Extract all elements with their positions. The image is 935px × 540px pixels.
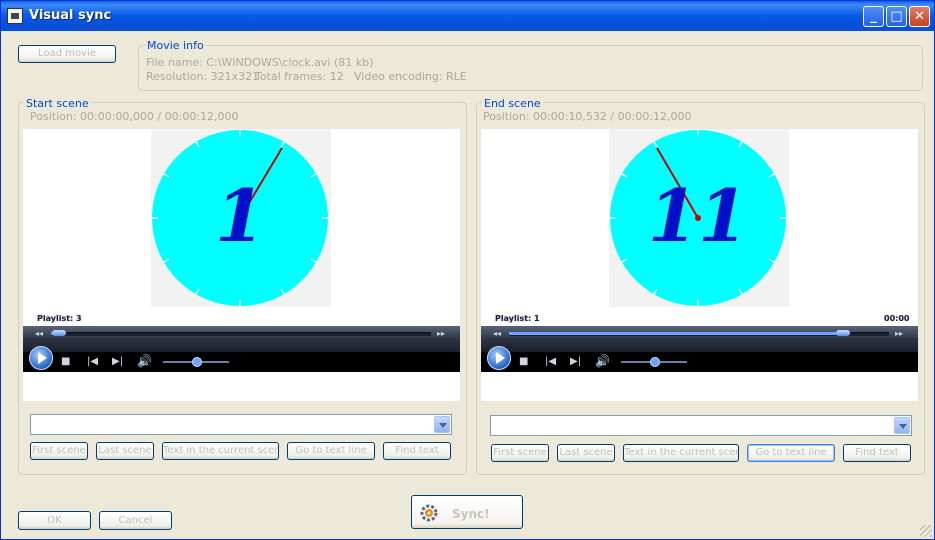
end-stop-icon[interactable]: ■ [519, 356, 528, 368]
start-next-icon[interactable]: ▶| [112, 356, 123, 368]
start-volume-icon[interactable]: 🔊 [137, 355, 152, 367]
end-play-icon[interactable] [487, 346, 511, 370]
resize-grip[interactable] [920, 525, 932, 537]
end-previous-icon[interactable]: |◀ [545, 356, 556, 368]
start-stop-icon[interactable]: ■ [61, 356, 70, 368]
start-position-text: Position: 00:00:00,000 / 00:00:12,000 [30, 110, 239, 123]
visual-sync-window: Visual sync _ □ ✕ Load movie Movie info … [0, 0, 935, 540]
start-forward-small-icon[interactable]: ▸▸ [437, 328, 445, 340]
start-video-player[interactable]: 1 Playlist: 3 ◂◂ ▸▸ ■ |◀ ▶| 🔊 [23, 129, 460, 401]
close-button[interactable]: ✕ [909, 6, 930, 27]
start-player-controls: ◂◂ ▸▸ [23, 326, 460, 352]
start-rewind-small-icon[interactable]: ◂◂ [35, 328, 43, 340]
start-text-current-scene-button[interactable]: Text in the current scene [162, 442, 279, 460]
file-name-text: File name: C:\WINDOWS\clock.avi (81 kb) [146, 56, 374, 69]
start-clock-numeral: 1 [215, 173, 265, 258]
total-frames-text: Total frames: 12 [255, 70, 344, 83]
start-text-combo[interactable] [30, 414, 452, 435]
start-go-to-text-button[interactable]: Go to text line [287, 442, 375, 460]
start-play-icon[interactable] [29, 346, 53, 370]
window-title: Visual sync [29, 8, 112, 23]
end-volume-thumb[interactable] [650, 357, 660, 367]
movie-info-group: Movie info File name: C:\WINDOWS\clock.a… [138, 39, 923, 91]
end-text-current-scene-button[interactable]: Text in the current scene [623, 444, 739, 462]
start-previous-icon[interactable]: |◀ [87, 356, 98, 368]
start-playlist-label: Playlist: 3 [37, 314, 82, 323]
start-volume-thumb[interactable] [192, 357, 202, 367]
end-find-text-button[interactable]: Find text [843, 444, 911, 462]
start-first-scene-button[interactable]: First scene [30, 442, 88, 460]
sync-label: Sync! [452, 507, 490, 521]
end-last-scene-button[interactable]: Last scene [557, 444, 615, 462]
end-seek-thumb[interactable] [836, 330, 850, 336]
start-clock-face: 1 [152, 130, 328, 306]
end-clock-numeral: 11 [648, 173, 748, 258]
end-position-text: Position: 00:00:10,532 / 00:00:12,000 [483, 110, 692, 123]
start-player-bottom: ■ |◀ ▶| 🔊 [23, 346, 460, 372]
end-player-controls: ◂◂ ▸▸ [481, 326, 918, 352]
end-scene-legend: End scene [482, 97, 543, 110]
end-first-scene-button[interactable]: First scene [491, 444, 549, 462]
chevron-down-icon[interactable] [434, 416, 450, 433]
cancel-button[interactable]: Cancel [99, 511, 172, 530]
end-forward-small-icon[interactable]: ▸▸ [895, 328, 903, 340]
start-seek-track[interactable] [51, 332, 431, 336]
start-find-text-button[interactable]: Find text [383, 442, 451, 460]
end-playlist-label: Playlist: 1 [495, 314, 540, 323]
sync-button[interactable]: Sync! [411, 495, 523, 529]
movie-info-legend: Movie info [145, 39, 206, 52]
chevron-down-icon[interactable] [894, 417, 910, 434]
end-time-label: 00:00 [884, 314, 910, 323]
video-encoding-text: Video encoding: RLE [354, 70, 467, 83]
sync-gear-icon [420, 504, 438, 522]
end-next-icon[interactable]: ▶| [570, 356, 581, 368]
ok-button[interactable]: OK [18, 511, 91, 530]
title-bar[interactable]: Visual sync _ □ ✕ [1, 1, 934, 31]
minimize-button[interactable]: _ [863, 6, 884, 27]
end-text-combo[interactable] [490, 415, 912, 436]
end-player-bottom: ■ |◀ ▶| 🔊 [481, 346, 918, 372]
maximize-button[interactable]: □ [886, 6, 907, 27]
end-go-to-text-button[interactable]: Go to text line [747, 444, 835, 462]
resolution-text: Resolution: 321x321 [146, 70, 260, 83]
start-seek-thumb[interactable] [52, 330, 66, 336]
start-last-scene-button[interactable]: Last scene [96, 442, 154, 460]
start-scene-legend: Start scene [24, 97, 91, 110]
load-movie-button[interactable]: Load movie [18, 45, 116, 63]
end-clock-face: 11 [610, 130, 786, 306]
end-seek-progress [509, 332, 843, 335]
media-file-icon [7, 8, 23, 24]
end-volume-icon[interactable]: 🔊 [595, 355, 610, 367]
end-rewind-small-icon[interactable]: ◂◂ [493, 328, 501, 340]
end-video-player[interactable]: 11 Playlist: 1 00:00 ◂◂ ▸▸ ■ |◀ ▶| 🔊 [481, 129, 918, 401]
